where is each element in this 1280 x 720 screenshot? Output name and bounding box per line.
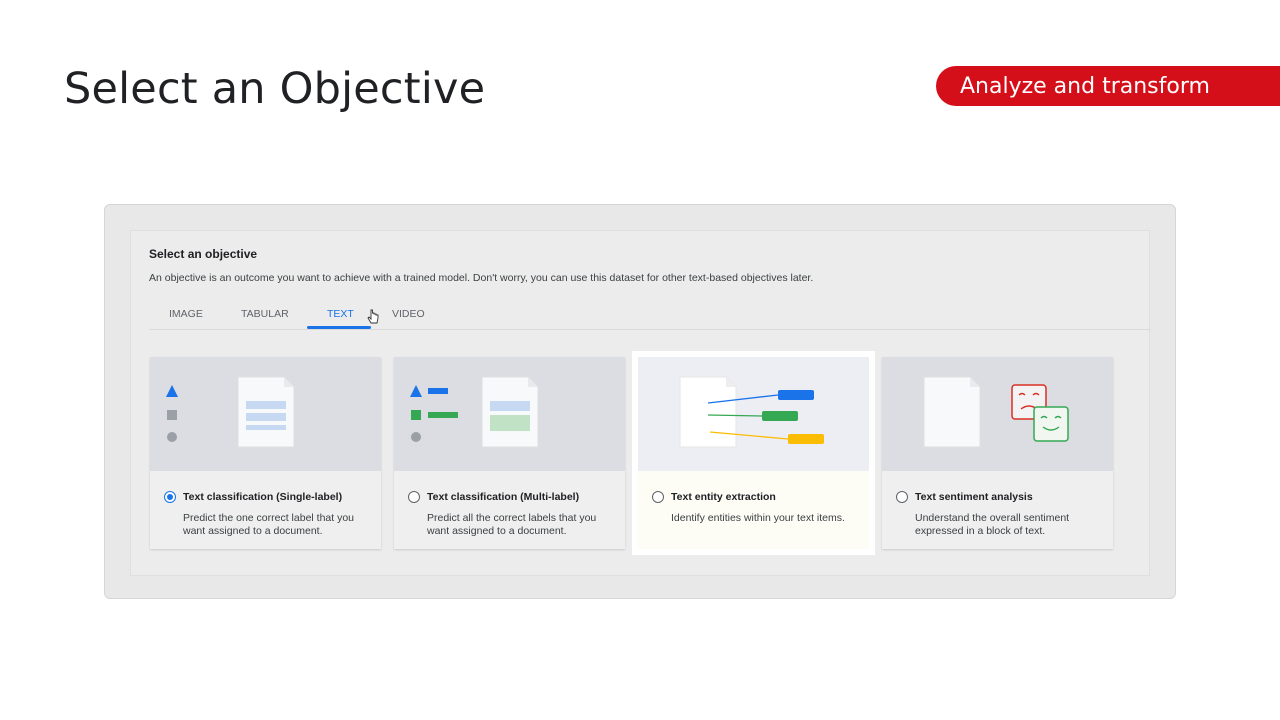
sentiment-faces-illustration <box>882 357 1113 471</box>
entity-extraction-illustration <box>638 357 869 471</box>
screenshot-frame: Select an objective An objective is an o… <box>104 204 1176 599</box>
objective-card-entity-extraction[interactable]: Text entity extraction Identify entities… <box>638 357 869 549</box>
entity-extraction-radio[interactable] <box>652 491 664 503</box>
section-badge: Analyze and transform <box>936 66 1280 106</box>
card-title: Text entity extraction <box>671 491 776 503</box>
card-description: Identify entities within your text items… <box>671 512 845 524</box>
card-title: Text sentiment analysis <box>915 491 1033 503</box>
slide-title: Select an Objective <box>64 64 486 114</box>
tab-tabular[interactable]: TABULAR <box>241 308 289 320</box>
section-badge-label: Analyze and transform <box>960 73 1210 99</box>
panel-description: An objective is an outcome you want to a… <box>149 272 814 284</box>
mouse-pointer-icon <box>367 309 379 324</box>
panel-heading: Select an objective <box>149 247 258 261</box>
card-title: Text classification (Multi-label) <box>427 491 580 503</box>
card-description: Predict all the correct labels that you … <box>427 512 597 537</box>
card-title: Text classification (Single-label) <box>183 491 343 503</box>
tab-text[interactable]: TEXT <box>327 308 354 320</box>
objective-card-multi-label[interactable]: Text classification (Multi-label) Predic… <box>394 357 625 549</box>
single-label-radio[interactable] <box>164 491 176 503</box>
card-description: Understand the overall sentiment express… <box>915 512 1070 537</box>
multi-label-radio[interactable] <box>408 491 420 503</box>
objective-card-single-label[interactable]: Text classification (Single-label) Predi… <box>150 357 381 549</box>
tab-video[interactable]: VIDEO <box>392 308 425 320</box>
objective-card-sentiment-analysis[interactable]: Text sentiment analysis Understand the o… <box>882 357 1113 549</box>
objective-panel: Select an objective An objective is an o… <box>130 230 1151 576</box>
card-description: Predict the one correct label that you w… <box>183 512 355 537</box>
multi-label-classification-illustration <box>394 357 625 471</box>
single-label-classification-illustration <box>150 357 381 471</box>
sentiment-analysis-radio[interactable] <box>896 491 908 503</box>
tab-image[interactable]: IMAGE <box>169 308 203 320</box>
objective-tabs: IMAGE TABULAR TEXT VIDEO <box>149 304 1151 330</box>
active-tab-indicator <box>307 326 371 329</box>
